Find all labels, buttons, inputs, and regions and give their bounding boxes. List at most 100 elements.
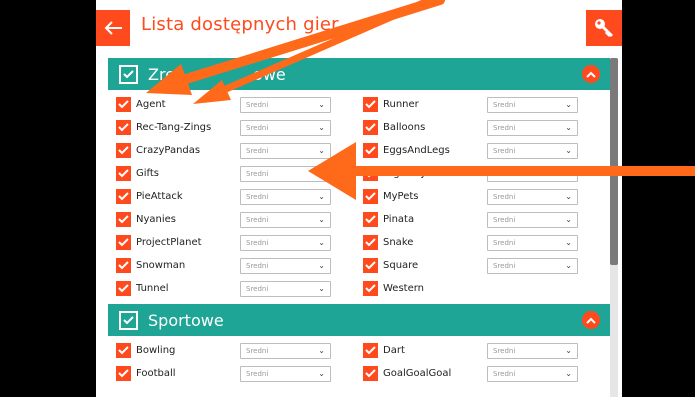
game-checkbox[interactable]	[363, 258, 378, 273]
difficulty-value: Sredni	[246, 146, 269, 155]
difficulty-select[interactable]: Sredni ⌄	[487, 365, 578, 382]
game-name: Runner	[383, 99, 419, 110]
difficulty-select[interactable]: Sredni ⌄	[487, 342, 578, 359]
difficulty-value: Sredni	[493, 215, 516, 224]
game-checkbox[interactable]	[116, 189, 131, 204]
game-item: Rec-Tang-Zings Sredni ⌄	[108, 119, 349, 136]
difficulty-value: Sredni	[246, 169, 269, 178]
chevron-down-icon: ⌄	[318, 238, 325, 247]
difficulty-value: Sredni	[493, 169, 516, 178]
difficulty-value: Sredni	[246, 123, 269, 132]
difficulty-value: Sredni	[246, 192, 269, 201]
game-item: GoalGoalGoal Sredni ⌄	[355, 365, 596, 382]
difficulty-select[interactable]: Sredni ⌄	[240, 342, 331, 359]
game-name: Pinata	[383, 214, 415, 225]
key-button[interactable]	[586, 10, 622, 46]
difficulty-select[interactable]: Sredni ⌄	[240, 188, 331, 205]
difficulty-select[interactable]: Sredni ⌄	[240, 96, 331, 113]
game-checkbox[interactable]	[116, 143, 131, 158]
difficulty-select[interactable]: Sredni ⌄	[487, 119, 578, 136]
section-header-zrecznosciowe[interactable]: Zre owe	[108, 58, 610, 90]
game-checkbox[interactable]	[116, 281, 131, 296]
chevron-down-icon: ⌄	[565, 192, 572, 201]
game-name: Square	[383, 260, 419, 271]
section-label: Zre owe	[148, 65, 286, 84]
game-item: Bowling Sredni ⌄	[108, 342, 349, 359]
difficulty-select[interactable]: Sredni ⌄	[240, 165, 331, 182]
game-name: Dart	[383, 345, 405, 356]
game-name: Tunnel	[136, 283, 169, 294]
game-item: Football Sredni ⌄	[108, 365, 349, 382]
chevron-down-icon: ⌄	[318, 100, 325, 109]
checkmark-icon	[118, 284, 129, 293]
checkmark-icon	[365, 192, 376, 201]
difficulty-select[interactable]: Sredni ⌄	[240, 142, 331, 159]
section-header-sportowe[interactable]: Sportowe	[108, 304, 610, 336]
game-checkbox[interactable]	[363, 166, 378, 181]
difficulty-select[interactable]: Sredni ⌄	[240, 257, 331, 274]
game-checkbox[interactable]	[363, 281, 378, 296]
checkmark-icon	[365, 238, 376, 247]
difficulty-select[interactable]: Sredni ⌄	[240, 365, 331, 382]
difficulty-select[interactable]: Sredni ⌄	[487, 211, 578, 228]
game-checkbox[interactable]	[116, 366, 131, 381]
difficulty-select[interactable]: Sredni ⌄	[240, 280, 331, 297]
collapse-button[interactable]	[582, 65, 600, 83]
difficulty-value: Sredni	[493, 369, 516, 378]
game-checkbox[interactable]	[116, 97, 131, 112]
difficulty-value: Sredni	[493, 192, 516, 201]
difficulty-select[interactable]: Sredni ⌄	[487, 234, 578, 251]
difficulty-value: Sredni	[246, 261, 269, 270]
chevron-down-icon: ⌄	[318, 215, 325, 224]
game-item: Runner Sredni ⌄	[355, 96, 596, 113]
game-checkbox[interactable]	[363, 366, 378, 381]
chevron-up-icon	[586, 317, 596, 324]
game-checkbox[interactable]	[363, 143, 378, 158]
game-checkbox[interactable]	[363, 120, 378, 135]
game-checkbox[interactable]	[363, 189, 378, 204]
chevron-down-icon: ⌄	[565, 123, 572, 132]
difficulty-select[interactable]: Sredni ⌄	[240, 234, 331, 251]
chevron-down-icon: ⌄	[565, 146, 572, 155]
checkmark-icon	[365, 215, 376, 224]
collapse-button[interactable]	[582, 311, 600, 329]
section-rows: Agent Sredni ⌄ Runner Sredni ⌄ Rec-Tang-Zing…	[108, 90, 610, 304]
difficulty-select[interactable]: Sredni ⌄	[240, 211, 331, 228]
game-checkbox[interactable]	[116, 212, 131, 227]
game-item: Square Sredni ⌄	[355, 257, 596, 274]
game-checkbox[interactable]	[116, 166, 131, 181]
chevron-down-icon: ⌄	[565, 100, 572, 109]
game-item: Balloons Sredni ⌄	[355, 119, 596, 136]
game-checkbox[interactable]	[116, 343, 131, 358]
arrow-left-icon	[104, 21, 122, 35]
game-checkbox[interactable]	[363, 343, 378, 358]
game-checkbox[interactable]	[363, 97, 378, 112]
checkmark-icon	[365, 369, 376, 378]
game-checkbox[interactable]	[116, 235, 131, 250]
table-row: Nyanies Sredni ⌄ Pinata Sredni ⌄	[108, 208, 610, 231]
game-checkbox[interactable]	[363, 235, 378, 250]
game-checkbox[interactable]	[116, 120, 131, 135]
checkmark-icon	[123, 315, 134, 324]
checkmark-icon	[365, 261, 376, 270]
difficulty-select[interactable]: Sredni ⌄	[487, 96, 578, 113]
top-bar: Lista dostępnych gier	[96, 10, 622, 48]
difficulty-select[interactable]: Sredni ⌄	[487, 257, 578, 274]
game-checkbox[interactable]	[116, 258, 131, 273]
back-button[interactable]	[96, 10, 130, 46]
chevron-down-icon: ⌄	[565, 169, 572, 178]
difficulty-select[interactable]: Sredni ⌄	[240, 119, 331, 136]
difficulty-select[interactable]: Sredni ⌄	[487, 142, 578, 159]
difficulty-value: Sredni	[493, 346, 516, 355]
section-checkbox[interactable]	[119, 310, 138, 330]
difficulty-select[interactable]: Sredni ⌄	[487, 188, 578, 205]
section-checkbox[interactable]	[119, 64, 138, 84]
scrollbar-thumb[interactable]	[610, 58, 618, 265]
chevron-down-icon: ⌄	[318, 169, 325, 178]
difficulty-value: Sredni	[246, 100, 269, 109]
game-name: Bowling	[136, 345, 176, 356]
checkmark-icon	[118, 146, 129, 155]
chevron-down-icon: ⌄	[318, 146, 325, 155]
difficulty-select[interactable]: Sredni ⌄	[487, 165, 578, 182]
game-checkbox[interactable]	[363, 212, 378, 227]
